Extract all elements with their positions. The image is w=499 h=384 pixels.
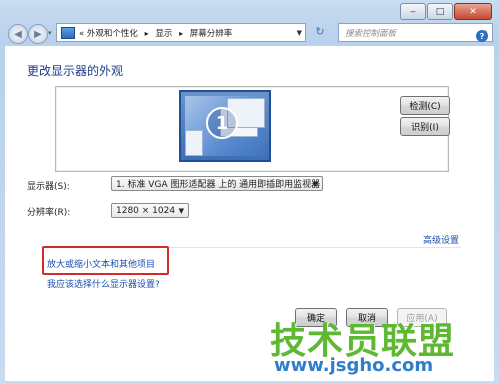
display-select-value: 1. 标准 VGA 图形适配器 上的 通用即插即用监视器 bbox=[116, 180, 321, 190]
refresh-button[interactable]: ↻ bbox=[310, 23, 330, 40]
resolution-label: 分辨率(R): bbox=[27, 208, 71, 218]
identify-button[interactable]: 识别(I) bbox=[400, 117, 450, 136]
breadcrumb-separator[interactable]: ▸ bbox=[145, 29, 149, 38]
refresh-icon: ↻ bbox=[315, 25, 325, 38]
breadcrumb-item-appearance[interactable]: 外观和个性化 bbox=[87, 29, 138, 39]
maximize-button[interactable]: □ bbox=[427, 3, 453, 20]
monitor-preview-area: 1 检测(C) 识别(I) bbox=[55, 86, 450, 172]
forward-arrow-icon: ▶ bbox=[34, 28, 42, 40]
chevron-down-icon: ▼ bbox=[312, 179, 318, 188]
resolution-select[interactable]: 1280 × 1024 ▼ bbox=[111, 203, 189, 218]
control-panel-icon bbox=[61, 26, 75, 39]
help-button[interactable]: ? bbox=[474, 28, 490, 44]
window-frame: ‒ □ ✕ ◀ ▶ ▾ « 外观和个性化 ▸ 显示 ▸ 屏幕分辨率 ▼ ↻ 搜索… bbox=[0, 0, 499, 384]
minimize-button[interactable]: ‒ bbox=[400, 3, 426, 20]
window-controls: ‒ □ ✕ bbox=[400, 3, 492, 20]
help-icon: ? bbox=[476, 30, 488, 42]
forward-button[interactable]: ▶ bbox=[28, 24, 48, 44]
resolution-select-value: 1280 × 1024 bbox=[116, 205, 176, 216]
page-title: 更改显示器的外观 bbox=[27, 64, 124, 78]
watermark-url: www.jsgho.com bbox=[274, 355, 434, 376]
advanced-settings-link[interactable]: 高级设置 bbox=[423, 233, 459, 246]
back-arrow-icon: ◀ bbox=[14, 28, 22, 40]
display-label: 显示器(S): bbox=[27, 182, 70, 192]
monitor-number-badge: 1 bbox=[206, 107, 238, 139]
back-button[interactable]: ◀ bbox=[8, 24, 28, 44]
breadcrumb-overflow[interactable]: « bbox=[79, 29, 84, 39]
window-graphic bbox=[185, 130, 203, 156]
breadcrumb-item-display[interactable]: 显示 bbox=[155, 29, 172, 39]
recent-pages-dropdown[interactable]: ▾ bbox=[48, 29, 52, 37]
breadcrumb-separator[interactable]: ▸ bbox=[179, 29, 183, 38]
detect-button[interactable]: 检测(C) bbox=[400, 96, 450, 115]
chevron-down-icon: ▼ bbox=[178, 206, 184, 215]
chevron-down-icon[interactable]: ▼ bbox=[297, 29, 302, 37]
address-bar[interactable]: « 外观和个性化 ▸ 显示 ▸ 屏幕分辨率 ▼ bbox=[56, 23, 306, 42]
display-select[interactable]: 1. 标准 VGA 图形适配器 上的 通用即插即用监视器 ▼ bbox=[111, 176, 323, 191]
text-size-link[interactable]: 放大或缩小文本和其他项目 bbox=[47, 257, 155, 270]
search-input[interactable]: 搜索控制面板 ⌕ bbox=[338, 23, 493, 42]
breadcrumb: « 外观和个性化 ▸ 显示 ▸ 屏幕分辨率 bbox=[79, 27, 232, 39]
breadcrumb-item-resolution[interactable]: 屏幕分辨率 bbox=[190, 29, 233, 39]
display-settings-help-link[interactable]: 我应该选择什么显示器设置? bbox=[47, 277, 160, 290]
close-button[interactable]: ✕ bbox=[454, 3, 492, 20]
search-placeholder: 搜索控制面板 bbox=[345, 28, 397, 39]
